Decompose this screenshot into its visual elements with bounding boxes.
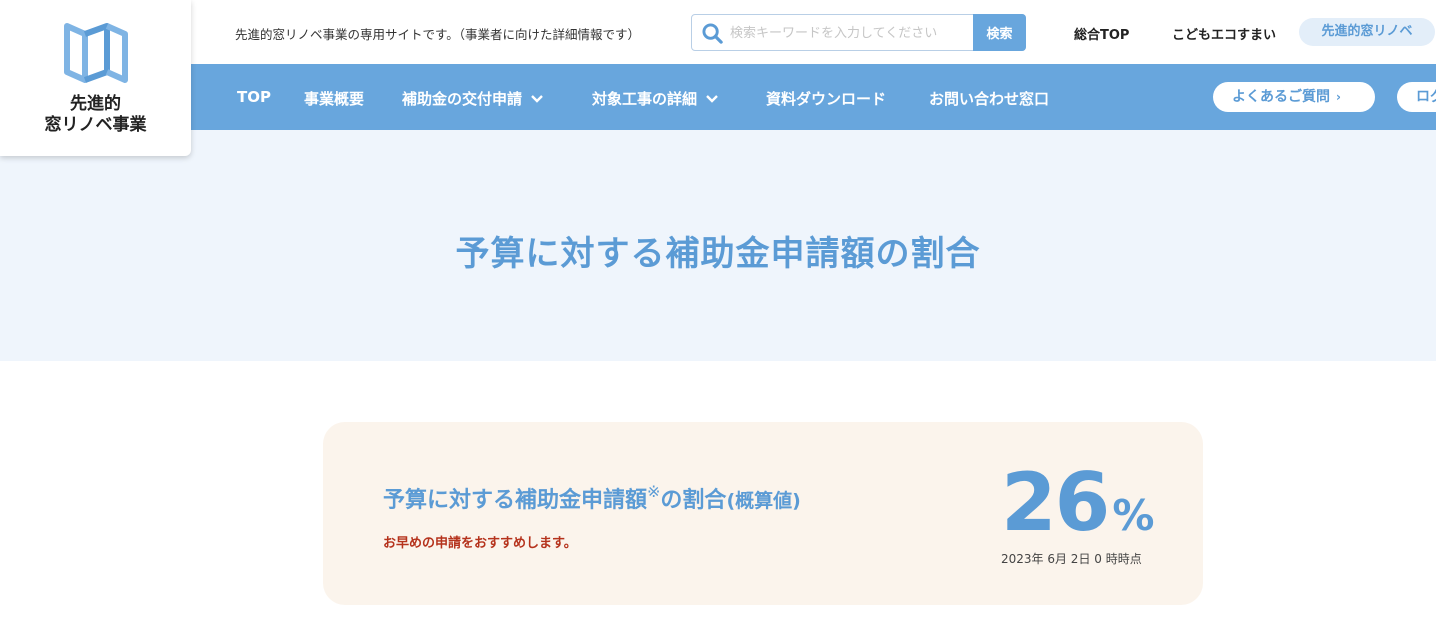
search-button[interactable]: 検索 <box>973 14 1026 51</box>
as-of-timestamp: 2023年 6月 2日 0 時時点 <box>1001 552 1142 566</box>
card-title-paren: (概算値) <box>726 490 801 512</box>
link-window-renovation[interactable]: 先進的窓リノベ <box>1299 18 1435 46</box>
ratio-unit: % <box>1112 491 1155 540</box>
top-bar: 先進的窓リノベ事業の専用サイトです。（事業者に向けた詳細情報です） 検索 総合T… <box>191 0 1436 64</box>
nav-item-label: 対象工事の詳細 <box>592 90 698 108</box>
nav-item-label: お問い合わせ窓口 <box>929 90 1050 108</box>
search-input[interactable] <box>730 21 970 45</box>
logo-text: 先進的 窓リノベ事業 <box>45 94 147 136</box>
login-label: ログ <box>1416 89 1436 105</box>
nav-item-label: 事業概要 <box>304 90 365 108</box>
faq-label: よくあるご質問 <box>1232 89 1330 105</box>
nav-item-top[interactable]: TOP <box>237 88 271 106</box>
apply-early-note: お早めの申請をおすすめします。 <box>383 536 577 551</box>
chevron-down-icon <box>706 94 718 103</box>
footnote-mark: ※ <box>647 482 661 501</box>
ratio-value: 26 <box>1001 456 1110 549</box>
chevron-down-icon <box>531 94 543 103</box>
site-logo[interactable]: 先進的 窓リノベ事業 <box>0 0 191 156</box>
nav-item-label: 補助金の交付申請 <box>402 90 523 108</box>
site-tagline: 先進的窓リノベ事業の専用サイトです。（事業者に向けた詳細情報です） <box>235 27 641 42</box>
card-title-suffix: の割合 <box>660 488 727 513</box>
faq-button[interactable]: よくあるご質問 › <box>1213 82 1375 112</box>
nav-item-work-details[interactable]: 対象工事の詳細 <box>592 88 718 109</box>
ratio-display: 26% <box>1001 460 1154 546</box>
link-general-top[interactable]: 総合TOP <box>1074 24 1129 43</box>
page: 先進的 窓リノベ事業 先進的窓リノベ事業の専用サイトです。（事業者に向けた詳細情… <box>0 0 1436 625</box>
nav-item-downloads[interactable]: 資料ダウンロード <box>766 88 886 109</box>
chevron-right-icon: › <box>1336 90 1341 104</box>
budget-ratio-card: 予算に対する補助金申請額※の割合(概算値) お早めの申請をおすすめします。 26… <box>323 422 1203 605</box>
nav-item-overview[interactable]: 事業概要 <box>304 88 364 109</box>
main-nav: TOP 事業概要 補助金の交付申請 対象工事の詳細 資料ダウンロード お問い合わ… <box>0 64 1436 130</box>
login-button[interactable]: ログ <box>1397 82 1436 112</box>
card-title: 予算に対する補助金申請額※の割合(概算値) <box>383 482 801 514</box>
card-title-main: 予算に対する補助金申請額 <box>383 488 648 513</box>
logo-line-1: 先進的 <box>70 94 121 114</box>
search-box: 検索 <box>691 14 1026 51</box>
nav-item-application[interactable]: 補助金の交付申請 <box>402 88 543 109</box>
window-frame-icon <box>63 23 128 83</box>
nav-item-label: TOP <box>237 88 271 106</box>
nav-item-label: 資料ダウンロード <box>766 90 887 108</box>
search-icon <box>702 23 723 44</box>
nav-item-contact[interactable]: お問い合わせ窓口 <box>929 88 1049 109</box>
logo-line-2: 窓リノベ事業 <box>44 115 147 135</box>
link-kodomo-eco[interactable]: こどもエコすまい <box>1172 24 1276 43</box>
page-title: 予算に対する補助金申請額の割合 <box>455 234 981 274</box>
page-hero: 予算に対する補助金申請額の割合 <box>0 130 1436 361</box>
